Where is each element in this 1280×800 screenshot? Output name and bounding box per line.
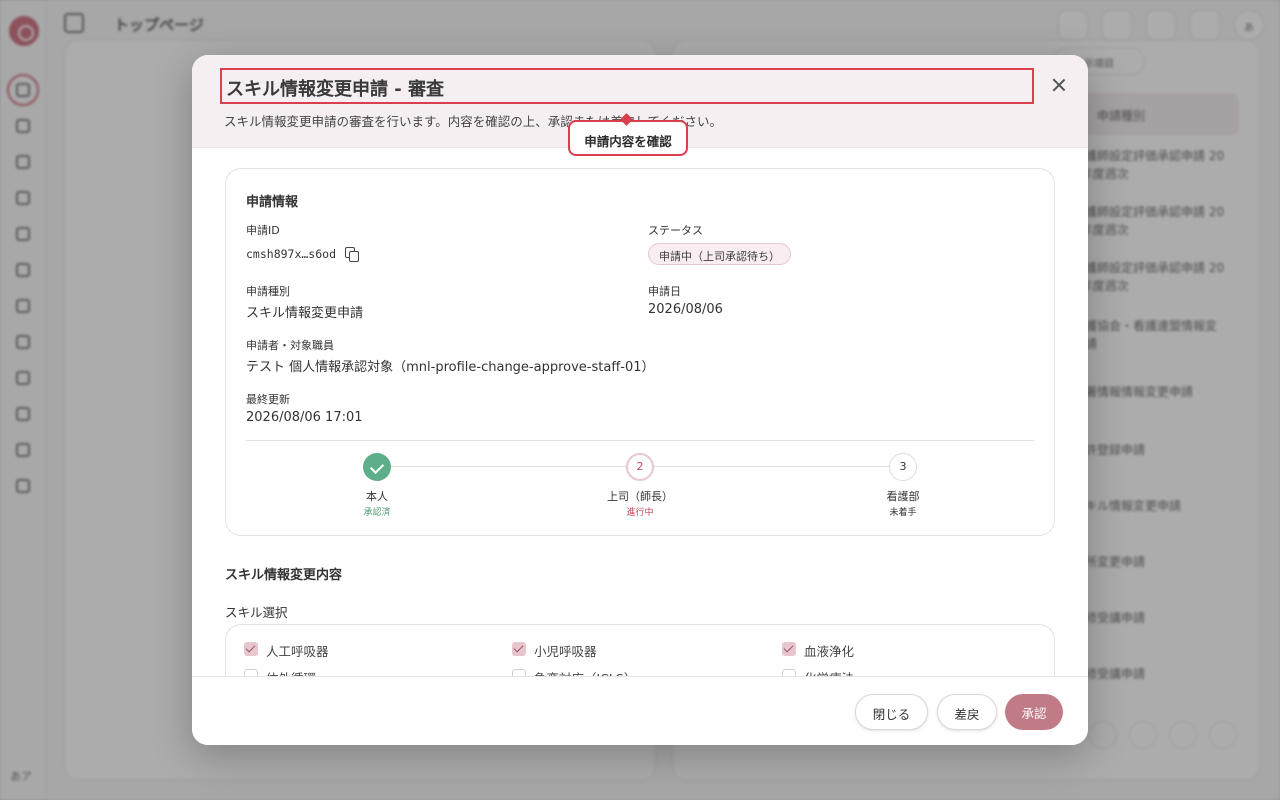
application-info-heading: 申請情報 <box>246 195 299 210</box>
skill-label: 小児呼吸器 <box>534 644 597 659</box>
skill-checkbox[interactable] <box>244 642 258 656</box>
application-date-value: 2026/08/06 <box>648 302 723 317</box>
dialog-body: 申請情報 申請ID cmsh897x…s6od ステータス 申請中（上司承認待ち… <box>192 148 1088 676</box>
applicant-value: テスト 個人情報承認対象（mnl-profile-change-approve-… <box>246 360 655 375</box>
close-icon[interactable] <box>1048 74 1070 96</box>
application-date-label: 申請日 <box>648 285 681 298</box>
applicant-label: 申請者・対象職員 <box>246 339 334 352</box>
skill-checkbox[interactable] <box>512 669 526 676</box>
skill-label: 化学療法 <box>804 668 854 676</box>
application-info-card: 申請情報 申請ID cmsh897x…s6od ステータス 申請中（上司承認待ち… <box>225 168 1055 536</box>
step-3-name: 看護部 <box>886 490 920 503</box>
dialog-footer: 閉じる 差戻 承認 <box>192 676 1088 745</box>
skill-label: 急変対応（ICLS） <box>534 668 636 676</box>
last-updated-value: 2026/08/06 17:01 <box>246 410 363 425</box>
skill-changes-heading: スキル情報変更内容 <box>225 568 343 583</box>
status-badge: 申請中（上司承認待ち） <box>648 243 791 265</box>
return-button[interactable]: 差戻 <box>937 694 997 730</box>
status-label: ステータス <box>648 224 703 237</box>
step-2-number: 2 <box>626 453 654 481</box>
step-connector <box>391 466 626 467</box>
application-id-label: 申請ID <box>246 224 280 237</box>
skill-select-label: スキル選択 <box>225 605 288 620</box>
skill-label: 血液浄化 <box>804 644 855 659</box>
review-dialog: スキル情報変更申請 - 審査 スキル情報変更申請の審査を行います。内容を確認の上… <box>192 55 1088 745</box>
skill-checkbox[interactable] <box>512 642 526 656</box>
last-updated-label: 最終更新 <box>246 393 290 406</box>
step-check-icon <box>363 453 391 481</box>
approve-button[interactable]: 承認 <box>1005 694 1063 730</box>
skill-label: 人工呼吸器 <box>266 644 329 659</box>
step-1-name: 本人 <box>366 490 388 503</box>
step-3-status: 未着手 <box>889 508 917 518</box>
dialog-title: スキル情報変更申請 - 審査 <box>220 68 1034 104</box>
skill-selection-card: 人工呼吸器 小児呼吸器 血液浄化 体外循環 急変対応（ICLS） 化学療法 <box>225 624 1055 676</box>
divider <box>246 440 1034 441</box>
step-2-name: 上司（師長） <box>607 490 673 503</box>
application-type-label: 申請種別 <box>246 285 290 298</box>
skill-checkbox[interactable] <box>782 642 796 656</box>
skill-checkbox[interactable] <box>782 669 796 676</box>
copy-icon[interactable] <box>345 247 359 262</box>
skill-checkbox[interactable] <box>244 669 258 676</box>
application-id-value: cmsh897x…s6od <box>246 247 337 261</box>
close-button[interactable]: 閉じる <box>855 694 928 730</box>
step-2-status: 進行中 <box>626 508 654 518</box>
step-connector <box>654 466 889 467</box>
step-1-status: 承認済 <box>363 508 391 518</box>
step-3-number: 3 <box>889 453 917 481</box>
application-type-value: スキル情報変更申請 <box>246 306 364 321</box>
skill-label: 体外循環 <box>266 668 316 676</box>
